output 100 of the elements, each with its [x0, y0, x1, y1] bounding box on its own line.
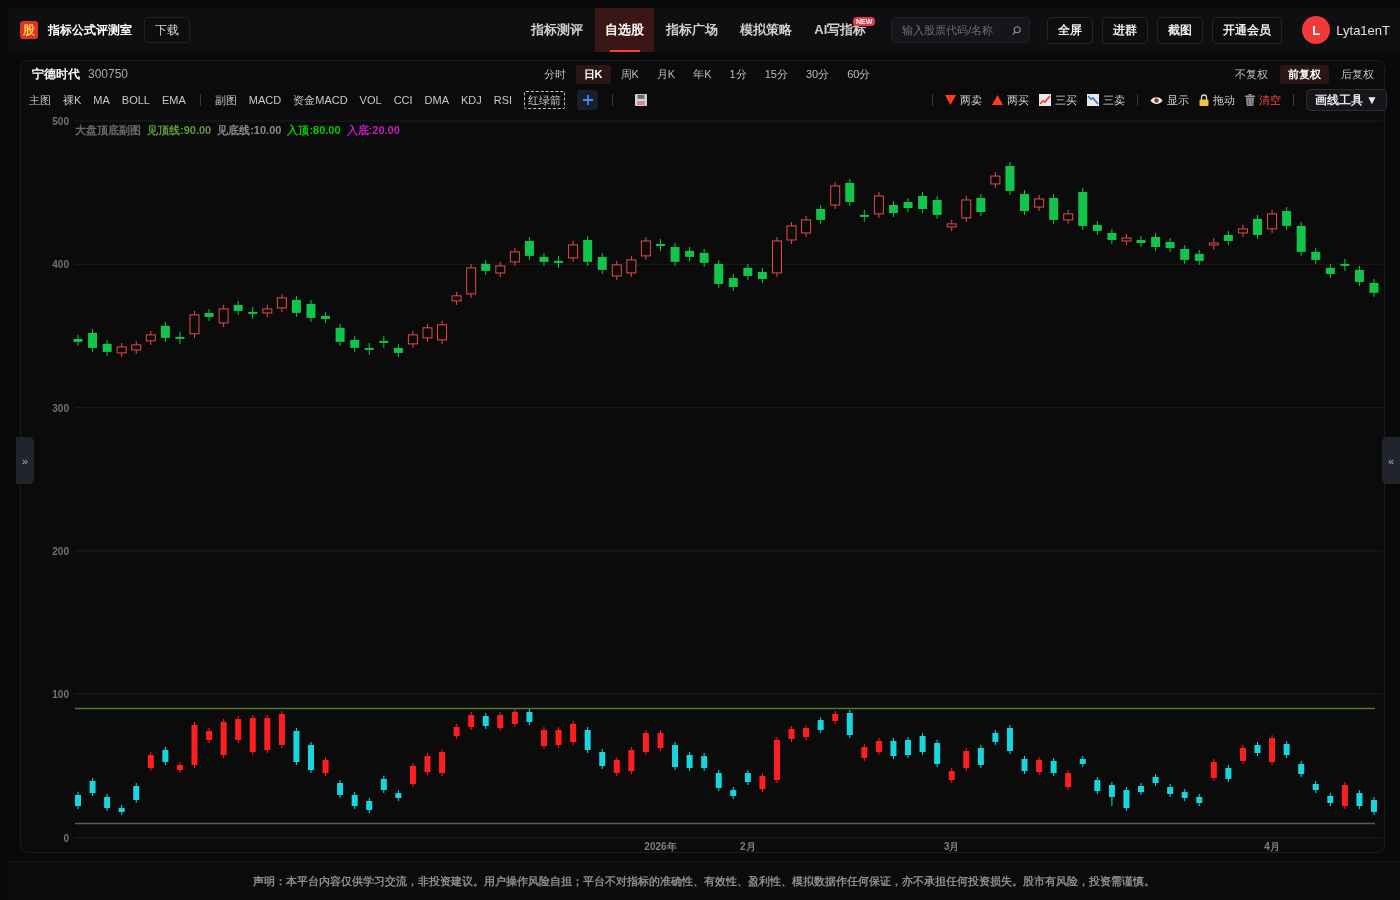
- candlestick: [73, 334, 83, 347]
- user-name: Lyta1enT: [1336, 22, 1390, 38]
- candlestick: [1006, 724, 1013, 755]
- candlestick: [437, 320, 448, 345]
- candlestick: [714, 259, 724, 289]
- candlestick: [322, 756, 329, 777]
- candlestick: [175, 331, 185, 345]
- y-axis-label: 100: [52, 689, 69, 700]
- indicator-toggle[interactable]: 资金MACD: [289, 91, 352, 109]
- candlestick: [934, 739, 941, 768]
- candlestick: [686, 751, 693, 772]
- user-avatar[interactable]: L: [1302, 16, 1331, 44]
- period-tab[interactable]: 60分: [839, 64, 879, 84]
- header-button[interactable]: 全屏: [1047, 16, 1094, 44]
- up-triangle-icon: [991, 95, 1003, 105]
- adjustment-tab[interactable]: 不复权: [1227, 64, 1276, 84]
- candlestick: [189, 310, 200, 339]
- stock-name: 宁德时代: [32, 65, 80, 83]
- search-field[interactable]: 输入股票代码/名称: [891, 17, 1031, 43]
- indicator-toggle[interactable]: 红绿箭: [524, 91, 566, 109]
- indicator-toggle[interactable]: RSI: [489, 91, 517, 109]
- candlestick: [306, 299, 316, 323]
- signal-tool[interactable]: 两卖: [944, 92, 982, 108]
- candlestick: [846, 709, 853, 739]
- candlestick: [597, 252, 607, 275]
- header-button[interactable]: 进群: [1102, 16, 1149, 44]
- padlock-icon: [1198, 94, 1209, 106]
- download-button[interactable]: 下载: [144, 17, 190, 43]
- indicator-toggle[interactable]: EMA: [158, 91, 190, 109]
- candlestick: [1065, 769, 1072, 791]
- candlestick: [642, 729, 649, 756]
- candlestick: [235, 715, 242, 744]
- adjustment-tab[interactable]: 后复权: [1333, 64, 1382, 84]
- candlestick: [786, 221, 797, 245]
- candlestick: [1138, 782, 1145, 796]
- header-button[interactable]: 截图: [1157, 16, 1204, 44]
- add-indicator-button[interactable]: [577, 90, 599, 110]
- expand-handle[interactable]: »: [16, 437, 34, 484]
- site-title: 指标公式评测室: [48, 21, 132, 39]
- candlestick: [657, 729, 664, 752]
- period-tab[interactable]: 分时: [535, 64, 574, 84]
- candlestick: [176, 761, 183, 774]
- legend-item: 入顶:80.00: [287, 123, 341, 138]
- y-axis-label: 300: [52, 402, 69, 414]
- period-tab[interactable]: 1分: [721, 64, 755, 84]
- x-axis-label: 2月: [740, 841, 756, 852]
- period-tab[interactable]: 日K: [575, 64, 611, 84]
- candlestick: [1237, 224, 1248, 238]
- nav-tab[interactable]: 指标测评: [521, 8, 594, 52]
- candlestick: [539, 252, 549, 267]
- falling-chart-icon: [1086, 94, 1099, 106]
- view-tool[interactable]: 拖动: [1198, 92, 1235, 108]
- nav-tab[interactable]: 自选股: [595, 8, 655, 52]
- indicator-toggle[interactable]: VOL: [355, 91, 386, 109]
- candlestick: [568, 240, 579, 263]
- candlestick: [584, 726, 591, 754]
- indicator-toggle[interactable]: MA: [89, 91, 114, 109]
- indicator-toggle[interactable]: MACD: [244, 91, 286, 109]
- indicator-toggle[interactable]: DMA: [420, 91, 454, 109]
- candlestick: [570, 720, 577, 746]
- drawing-tools-button[interactable]: 画线工具 ▼: [1305, 89, 1387, 111]
- signal-tool[interactable]: 两买: [991, 92, 1029, 108]
- view-tool[interactable]: 清空: [1244, 92, 1281, 108]
- logo-mark: 股: [20, 21, 38, 39]
- x-axis-label: 2026年: [644, 841, 677, 852]
- stock-code: 300750: [88, 66, 129, 81]
- nav-tab[interactable]: 模拟策略: [730, 8, 803, 52]
- period-tab[interactable]: 周K: [612, 64, 647, 84]
- collapse-handle[interactable]: «: [1382, 437, 1400, 484]
- period-tab[interactable]: 年K: [685, 64, 720, 84]
- header-button[interactable]: 开通会员: [1212, 16, 1283, 44]
- indicator-toggle[interactable]: BOLL: [117, 91, 154, 109]
- y-axis-label: 200: [52, 546, 69, 557]
- candlestick: [409, 762, 416, 788]
- candlestick: [890, 737, 897, 760]
- plus-icon: [582, 95, 593, 105]
- period-tab[interactable]: 月K: [648, 64, 684, 84]
- adjustment-tab[interactable]: 前复权: [1280, 64, 1329, 84]
- signal-tool[interactable]: 三买: [1038, 92, 1077, 108]
- candlestick: [1151, 232, 1161, 252]
- candlestick: [1340, 258, 1350, 272]
- candlestick: [1180, 244, 1190, 265]
- down-triangle-icon: [944, 95, 956, 105]
- candlestick: [422, 323, 433, 343]
- indicator-toggle[interactable]: 裸K: [59, 91, 86, 109]
- legend-item: 大盘顶底副图: [75, 123, 141, 138]
- indicator-toggle[interactable]: CCI: [389, 91, 417, 109]
- x-axis-label: 4月: [1264, 841, 1280, 852]
- view-tool[interactable]: 显示: [1149, 92, 1189, 108]
- save-icon[interactable]: [635, 94, 648, 106]
- candlestick: [555, 726, 562, 749]
- rising-chart-icon: [1038, 94, 1051, 106]
- candlestick: [1107, 228, 1117, 245]
- period-tab[interactable]: 15分: [756, 64, 796, 84]
- candlestick: [599, 748, 606, 770]
- candlestick: [626, 255, 637, 278]
- indicator-toggle[interactable]: KDJ: [457, 91, 486, 109]
- period-tab[interactable]: 30分: [797, 64, 838, 84]
- nav-tab[interactable]: 指标广场: [656, 8, 729, 52]
- signal-tool[interactable]: 三卖: [1086, 92, 1125, 108]
